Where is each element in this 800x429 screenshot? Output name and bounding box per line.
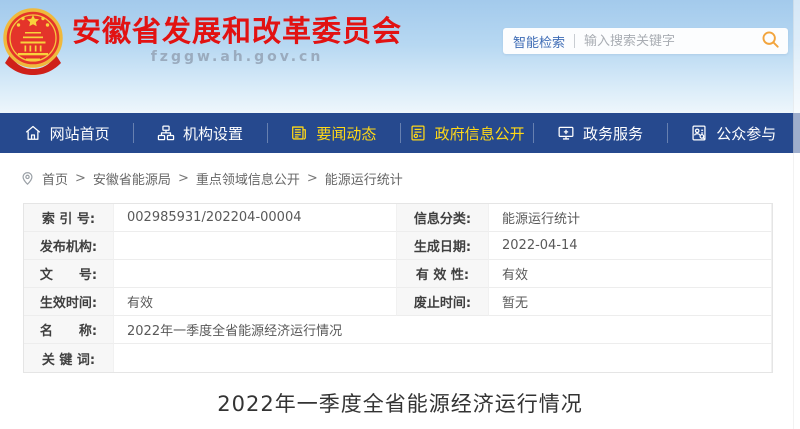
search-icon: [761, 30, 780, 52]
field-label-name: 名 称:: [24, 316, 114, 344]
field-value-name: 2022年一季度全省能源经济运行情况: [114, 316, 772, 344]
breadcrumb: 首页 > 安徽省能源局 > 重点领域信息公开 > 能源运行统计: [20, 169, 800, 188]
search-bar: 智能检索: [503, 28, 788, 54]
breadcrumb-separator: >: [307, 171, 318, 186]
nav-item-services[interactable]: 政务服务: [533, 113, 666, 153]
search-divider: [574, 34, 575, 48]
main-nav: 网站首页 机构设置 要闻动态: [0, 113, 800, 153]
nav-item-org[interactable]: 机构设置: [133, 113, 266, 153]
nav-item-home[interactable]: 网站首页: [0, 113, 133, 153]
nav-label: 要闻动态: [316, 123, 376, 144]
search-button[interactable]: [761, 30, 780, 52]
org-chart-icon: [157, 124, 175, 142]
field-label-effective: 生效时间:: [24, 288, 114, 316]
breadcrumb-key-info[interactable]: 重点领域信息公开: [196, 169, 300, 188]
field-label-doc-no: 文 号:: [24, 260, 114, 288]
search-input[interactable]: [584, 34, 761, 49]
field-label-date: 生成日期:: [397, 232, 489, 260]
article-title: 2022年一季度全省能源经济运行情况: [0, 388, 800, 418]
nav-label: 公众参与: [716, 123, 776, 144]
monitor-icon: [557, 124, 575, 142]
national-emblem-icon: [2, 5, 64, 81]
nav-item-participation[interactable]: 公众参与: [667, 113, 800, 153]
site-title: 安徽省发展和改革委员会: [72, 15, 402, 47]
breadcrumb-current[interactable]: 能源运行统计: [325, 169, 403, 188]
field-label-index-no: 索 引 号:: [24, 204, 114, 232]
smart-search-toggle[interactable]: 智能检索: [513, 32, 565, 51]
breadcrumb-separator: >: [75, 171, 86, 186]
field-label-publisher: 发布机构:: [24, 232, 114, 260]
field-label-keywords: 关 键 词:: [24, 344, 114, 372]
document-info-icon: [409, 124, 427, 142]
field-value-date: 2022-04-14: [489, 232, 772, 260]
field-label-validity: 有 效 性:: [397, 260, 489, 288]
field-value-abolish: 暂无: [489, 288, 772, 316]
nav-label: 政府信息公开: [435, 123, 525, 144]
breadcrumb-home[interactable]: 首页: [42, 169, 68, 188]
location-pin-icon: [20, 171, 35, 186]
breadcrumb-separator: >: [178, 171, 189, 186]
field-value-effective: 有效: [114, 288, 397, 316]
nav-item-gov-info[interactable]: 政府信息公开: [400, 113, 533, 153]
newspaper-icon: [290, 124, 308, 142]
field-value-index-no: 002985931/202204-00004: [114, 204, 397, 232]
field-label-category: 信息分类:: [397, 204, 489, 232]
person-document-icon: [690, 124, 708, 142]
nav-label: 网站首页: [50, 123, 110, 144]
field-label-abolish: 废止时间:: [397, 288, 489, 316]
site-url: fzggw.ah.gov.cn: [72, 49, 402, 65]
breadcrumb-energy-bureau[interactable]: 安徽省能源局: [93, 169, 171, 188]
field-value-publisher: [114, 232, 397, 260]
site-header: 安徽省发展和改革委员会 fzggw.ah.gov.cn 智能检索: [0, 0, 800, 113]
nav-item-news[interactable]: 要闻动态: [267, 113, 400, 153]
field-value-keywords: [114, 344, 772, 372]
document-info-table: 索 引 号: 002985931/202204-00004 信息分类: 能源运行…: [23, 203, 773, 373]
field-value-doc-no: [114, 260, 397, 288]
field-value-validity: 有效: [489, 260, 772, 288]
site-logo[interactable]: 安徽省发展和改革委员会 fzggw.ah.gov.cn: [2, 5, 402, 81]
nav-label: 政务服务: [583, 123, 643, 144]
vertical-scrollbar[interactable]: [793, 0, 800, 429]
home-icon: [24, 124, 42, 142]
nav-label: 机构设置: [183, 123, 243, 144]
field-value-category: 能源运行统计: [489, 204, 772, 232]
